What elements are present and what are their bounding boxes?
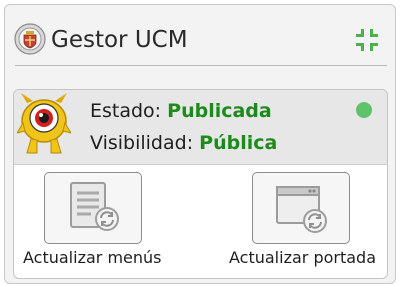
gestor-panel: Gestor UCM Estado: Publicada Visibilidad… <box>4 4 396 284</box>
update-menus-button[interactable] <box>44 172 142 244</box>
state-label: Estado: <box>90 100 162 122</box>
status-indicator-dot <box>356 102 372 118</box>
update-menus-label: Actualizar menús <box>23 248 162 267</box>
menu-refresh-icon <box>70 182 119 231</box>
panel-header: Gestor UCM <box>5 5 395 67</box>
status-state-row: Estado: Publicada <box>90 100 272 122</box>
header-divider <box>15 65 387 66</box>
page-title: Gestor UCM <box>51 27 188 53</box>
status-summary: Estado: Publicada Visibilidad: Pública <box>14 90 387 165</box>
one-eyed-monster-icon <box>17 93 71 154</box>
status-card: Estado: Publicada Visibilidad: Pública A… <box>13 89 388 279</box>
update-frontpage-label: Actualizar portada <box>229 248 376 267</box>
university-seal-icon <box>14 23 46 55</box>
visibility-label: Visibilidad: <box>90 132 194 154</box>
update-frontpage-button[interactable] <box>252 172 350 244</box>
window-refresh-icon <box>276 186 327 233</box>
state-value: Publicada <box>167 100 272 122</box>
collapse-arrows-icon[interactable] <box>350 23 384 57</box>
visibility-value: Pública <box>199 132 278 154</box>
status-visibility-row: Visibilidad: Pública <box>90 132 277 154</box>
